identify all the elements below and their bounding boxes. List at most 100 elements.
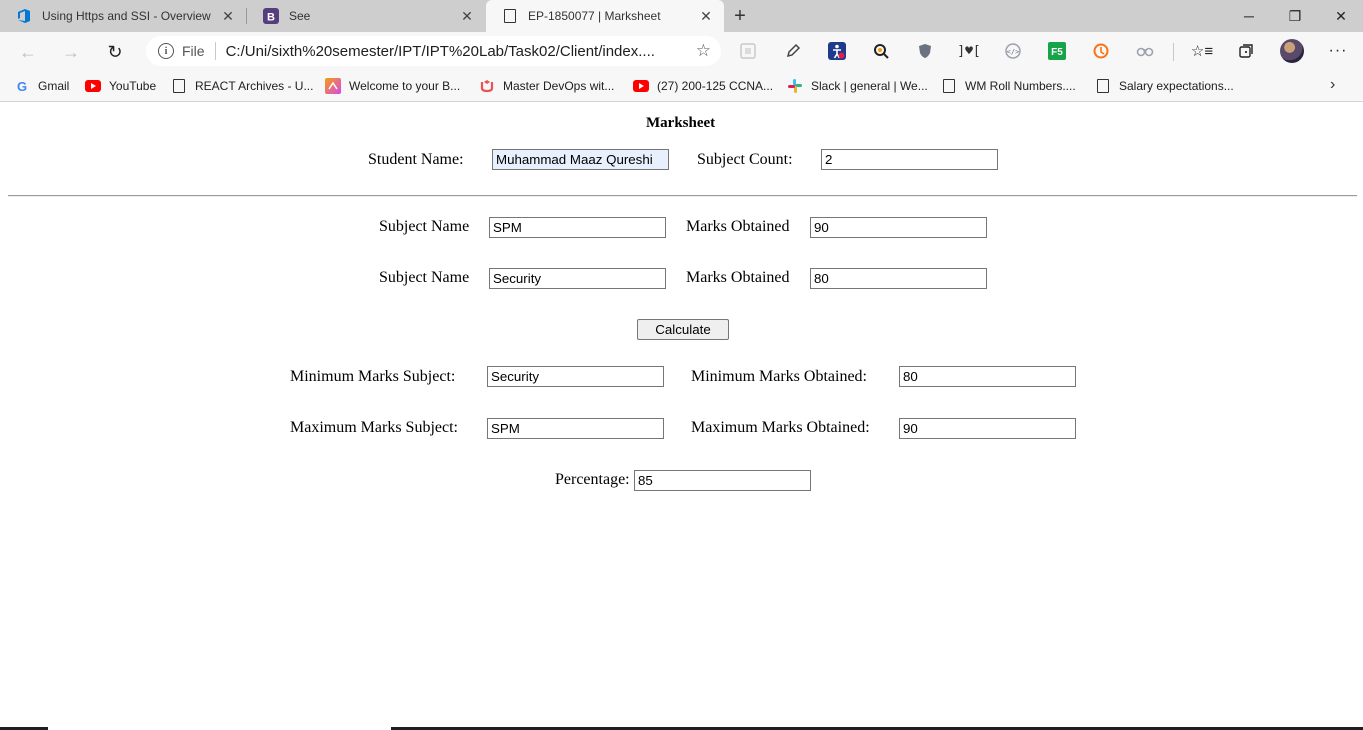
divider (8, 195, 1357, 197)
azure-devops-icon (16, 8, 32, 24)
shield-icon[interactable] (915, 41, 935, 61)
bookmark-master-devops[interactable]: Master DevOps wit... (479, 76, 614, 96)
address-bar[interactable]: i File C:/Uni/sixth%20semester/IPT/IPT%2… (146, 36, 721, 66)
info-icon[interactable]: i (158, 43, 174, 59)
page-icon (171, 78, 187, 94)
bookmark-react-archives[interactable]: REACT Archives - U... (171, 76, 313, 96)
tab-title: Using Https and SSI - Overview (42, 9, 211, 23)
min-subject-label: Minimum Marks Subject: (290, 368, 456, 385)
tab-using-https[interactable]: Using Https and SSI - Overview ✕ (0, 0, 246, 32)
bookmark-label: Slack | general | We... (811, 79, 928, 93)
max-subject-input[interactable]: SPM (487, 418, 664, 439)
student-name-input[interactable]: Muhammad Maaz Qureshi (492, 149, 669, 170)
bookmark-label: (27) 200-125 CCNA... (657, 79, 774, 93)
restore-icon[interactable]: ❐ (1272, 0, 1318, 32)
max-marks-label: Maximum Marks Obtained: (691, 419, 870, 436)
page-content: Marksheet Student Name: Muhammad Maaz Qu… (0, 103, 1363, 730)
student-name-label: Student Name: (368, 151, 464, 168)
subject-count-label: Subject Count: (697, 151, 793, 168)
youtube-icon (633, 78, 649, 94)
bookmarks-bar: G Gmail YouTube REACT Archives - U... We… (0, 70, 1363, 102)
tab-title: See (289, 9, 311, 23)
code-icon[interactable]: </> (1003, 41, 1023, 61)
subject-name-label: Subject Name (379, 269, 470, 286)
close-tab-icon[interactable]: ✕ (696, 6, 716, 26)
subject-name-input[interactable]: SPM (489, 217, 666, 238)
google-icon: G (14, 78, 30, 94)
refresh-icon[interactable]: ↻ (102, 39, 128, 65)
link-icon[interactable] (1135, 41, 1155, 61)
subject-name-input[interactable]: Security (489, 268, 666, 289)
back-icon[interactable]: ← (15, 39, 41, 65)
bootstrap-icon: B (263, 8, 279, 24)
svg-text:G: G (17, 79, 27, 93)
bookmark-label: REACT Archives - U... (195, 79, 314, 93)
scheme-label: File (182, 43, 205, 59)
profile-avatar[interactable] (1280, 39, 1304, 63)
tab-marksheet[interactable]: EP-1850077 | Marksheet ✕ (486, 0, 724, 32)
url-text[interactable]: C:/Uni/sixth%20semester/IPT/IPT%20Lab/Ta… (226, 43, 682, 60)
minimize-icon[interactable]: ─ (1226, 0, 1272, 32)
accessibility-icon[interactable] (827, 41, 847, 61)
bookmark-youtube[interactable]: YouTube (85, 76, 156, 96)
browser-toolbar: ← → ↻ i File C:/Uni/sixth%20semester/IPT… (0, 32, 1363, 70)
bookmark-label: Master DevOps wit... (503, 79, 615, 93)
subject-name-label: Subject Name (379, 218, 470, 235)
bookmark-wm-roll-numbers[interactable]: WM Roll Numbers.... (941, 76, 1076, 96)
bookmark-label: WM Roll Numbers.... (965, 79, 1076, 93)
favorites-icon[interactable]: ☆≡ (1191, 41, 1213, 61)
tab-title: EP-1850077 | Marksheet (528, 9, 661, 23)
svg-text:B: B (267, 12, 275, 24)
marks-obtained-label: Marks Obtained (686, 218, 790, 235)
page-title: Marksheet (646, 115, 716, 131)
bookmark-label: YouTube (109, 79, 157, 93)
close-tab-icon[interactable]: ✕ (218, 6, 238, 26)
svg-text:F5: F5 (1051, 47, 1063, 58)
tab-strip: Using Https and SSI - Overview ✕ B See ✕… (0, 0, 1363, 32)
extension-grid-icon[interactable] (738, 41, 758, 61)
percentage-label: Percentage: (555, 471, 630, 488)
min-marks-input[interactable]: 80 (899, 366, 1076, 387)
more-options-icon[interactable]: ··· (1328, 41, 1348, 61)
svg-text:</>: </> (1007, 48, 1020, 56)
page-icon (941, 78, 957, 94)
min-marks-label: Minimum Marks Obtained: (691, 368, 867, 385)
address-divider (214, 42, 216, 60)
min-subject-input[interactable]: Security (487, 366, 664, 387)
max-subject-label: Maximum Marks Subject: (290, 419, 458, 436)
bookmark-ccna[interactable]: (27) 200-125 CCNA... (633, 76, 773, 96)
marks-obtained-input[interactable]: 90 (810, 217, 987, 238)
percentage-input[interactable]: 85 (634, 470, 811, 491)
search-icon[interactable] (871, 41, 891, 61)
bookmark-slack[interactable]: Slack | general | We... (787, 76, 928, 96)
bookmark-label: Welcome to your B... (349, 79, 461, 93)
collections-icon[interactable] (1236, 41, 1256, 61)
slack-icon (787, 78, 803, 94)
bookmark-welcome[interactable]: Welcome to your B... (325, 76, 460, 96)
marks-obtained-label: Marks Obtained (686, 269, 790, 286)
bookmark-salary-expectations[interactable]: Salary expectations... (1095, 76, 1234, 96)
tab-see[interactable]: B See ✕ (247, 0, 485, 32)
udemy-icon (479, 78, 495, 94)
f5-icon[interactable]: F5 (1047, 41, 1067, 61)
new-tab-icon[interactable]: + (728, 4, 752, 28)
max-marks-input[interactable]: 90 (899, 418, 1076, 439)
pencil-icon[interactable] (783, 41, 803, 61)
bookmark-label: Salary expectations... (1119, 79, 1234, 93)
calculate-button[interactable]: Calculate (637, 319, 729, 340)
app-icon (325, 78, 341, 94)
youtube-icon (85, 78, 101, 94)
close-tab-icon[interactable]: ✕ (457, 6, 477, 26)
orange-circle-icon[interactable] (1091, 41, 1111, 61)
marks-obtained-input[interactable]: 80 (810, 268, 987, 289)
subject-count-input[interactable]: 2 (821, 149, 998, 170)
chevron-right-icon[interactable]: › (1330, 76, 1335, 94)
window-close-icon[interactable]: ✕ (1318, 0, 1363, 32)
bookmark-label: Gmail (38, 79, 70, 93)
bracket-heart-icon[interactable]: ]♥[ (957, 41, 980, 61)
forward-icon[interactable]: → (58, 39, 84, 65)
favorite-star-icon[interactable]: ☆ (696, 41, 711, 61)
bookmark-gmail[interactable]: G Gmail (14, 76, 69, 96)
page-icon (502, 8, 518, 24)
toolbar-divider (1173, 43, 1174, 61)
